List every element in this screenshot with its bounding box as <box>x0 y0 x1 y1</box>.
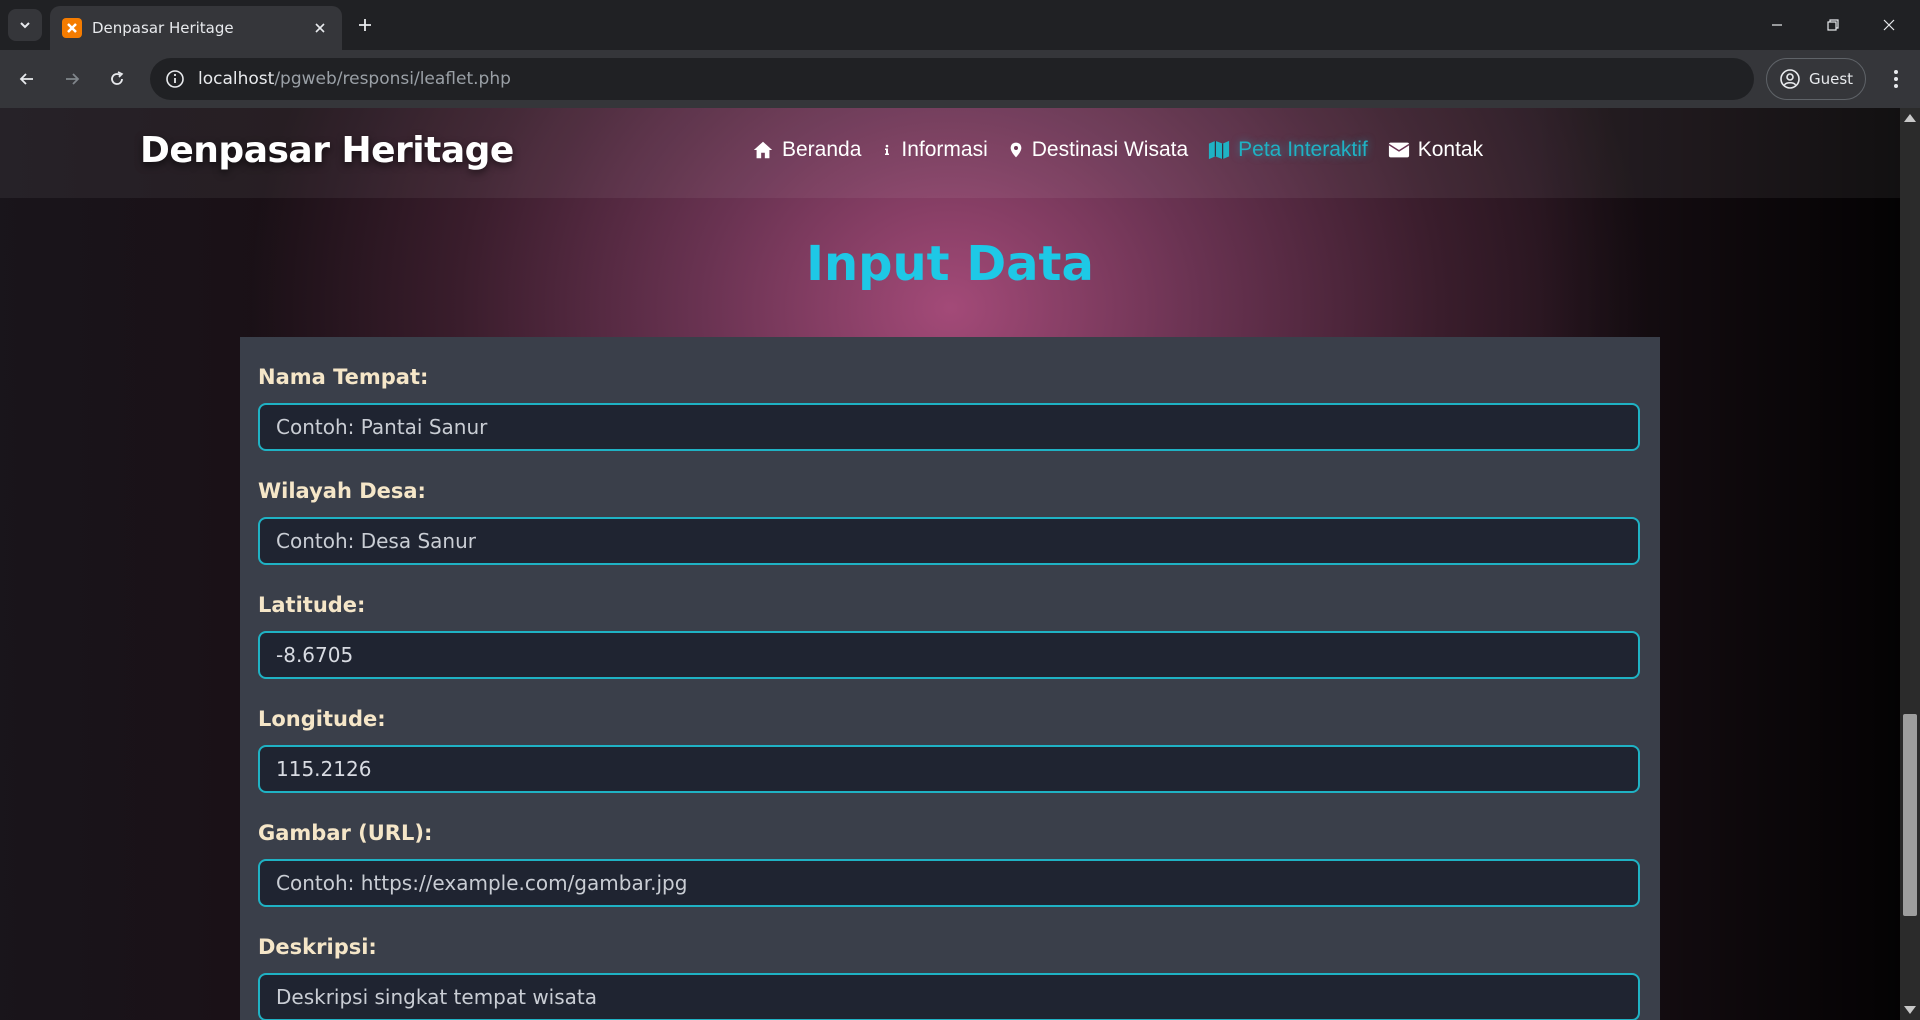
field-label: Latitude: <box>258 593 366 617</box>
scroll-down-arrow-icon[interactable] <box>1904 1006 1916 1014</box>
nav-label: Informasi <box>901 138 988 161</box>
site-brand[interactable]: Denpasar Heritage <box>140 130 514 171</box>
plus-icon <box>359 19 371 31</box>
nav-label: Destinasi Wisata <box>1031 138 1189 161</box>
close-icon <box>1883 19 1895 31</box>
longitude-input[interactable] <box>258 745 1640 793</box>
scroll-up-arrow-icon[interactable] <box>1904 114 1916 122</box>
nama-tempat-input[interactable] <box>258 403 1640 451</box>
page-title: Input Data <box>806 236 1094 292</box>
deskripsi-input[interactable] <box>258 973 1640 1020</box>
nav-label: Peta Interaktif <box>1238 138 1368 161</box>
xampp-favicon-icon <box>62 18 82 38</box>
browser-toolbar: localhost/pgweb/responsi/leaflet.php Gue… <box>0 50 1920 108</box>
field-label: Deskripsi: <box>258 935 377 959</box>
site-info-icon[interactable] <box>164 68 186 90</box>
reload-icon <box>111 71 124 85</box>
back-button[interactable] <box>11 63 43 95</box>
field-label: Longitude: <box>258 707 386 731</box>
form-group-wilayah-desa: Wilayah Desa: <box>258 473 1642 587</box>
tab-close-icon[interactable] <box>310 18 330 38</box>
browser-menu-button[interactable] <box>1880 63 1912 95</box>
field-label: Wilayah Desa: <box>258 479 426 503</box>
home-icon <box>753 141 773 159</box>
page-scrollbar[interactable] <box>1900 108 1920 1020</box>
tab-search-button[interactable] <box>8 9 42 41</box>
nav-item-peta-interaktif[interactable]: Peta Interaktif <box>1208 138 1368 162</box>
latitude-input[interactable] <box>258 631 1640 679</box>
gambar-url-input[interactable] <box>258 859 1640 907</box>
input-data-form: Nama Tempat: Wilayah Desa: Latitude: Lon… <box>240 337 1660 1020</box>
page-viewport: Denpasar Heritage Beranda Informasi Dest… <box>0 108 1920 1020</box>
tab-strip: Denpasar Heritage <box>0 0 1920 50</box>
nav-item-kontak[interactable]: Kontak <box>1388 138 1483 162</box>
restore-icon <box>1827 19 1839 31</box>
minimize-icon <box>1772 24 1782 26</box>
arrow-right-icon <box>66 73 80 85</box>
nav-label: Kontak <box>1417 138 1484 161</box>
arrow-left-icon <box>19 73 33 85</box>
nav-item-beranda[interactable]: Beranda <box>752 138 861 162</box>
form-group-latitude: Latitude: <box>258 587 1642 701</box>
form-group-longitude: Longitude: <box>258 701 1642 815</box>
profile-button[interactable]: Guest <box>1766 58 1866 100</box>
browser-tab[interactable]: Denpasar Heritage <box>50 6 342 50</box>
more-vert-icon <box>1894 70 1898 88</box>
minimize-button[interactable] <box>1762 10 1792 40</box>
reload-button[interactable] <box>101 63 133 95</box>
form-group-gambar-url: Gambar (URL): <box>258 815 1642 929</box>
field-label: Gambar (URL): <box>258 821 433 845</box>
address-bar[interactable]: localhost/pgweb/responsi/leaflet.php <box>150 58 1754 100</box>
nav-item-informasi[interactable]: Informasi <box>881 138 988 162</box>
forward-button[interactable] <box>56 63 88 95</box>
new-tab-button[interactable] <box>352 12 378 38</box>
info-icon <box>885 144 890 155</box>
map-marker-icon <box>1010 142 1022 158</box>
url-text: localhost/pgweb/responsi/leaflet.php <box>198 69 511 89</box>
envelope-icon <box>1388 142 1410 158</box>
site-navbar: Denpasar Heritage Beranda Informasi Dest… <box>0 108 1900 198</box>
form-group-nama-tempat: Nama Tempat: <box>258 359 1642 473</box>
site-menu: Beranda Informasi Destinasi Wisata Peta … <box>752 138 1483 162</box>
map-icon <box>1209 140 1230 160</box>
nav-label: Beranda <box>782 138 862 161</box>
restore-button[interactable] <box>1818 10 1848 40</box>
chevron-down-icon <box>20 22 30 29</box>
profile-label: Guest <box>1809 70 1854 88</box>
field-label: Nama Tempat: <box>258 365 429 389</box>
form-group-deskripsi: Deskripsi: <box>258 929 1642 1020</box>
scroll-thumb[interactable] <box>1903 714 1917 916</box>
close-window-button[interactable] <box>1874 10 1904 40</box>
tab-title: Denpasar Heritage <box>92 19 234 37</box>
wilayah-desa-input[interactable] <box>258 517 1640 565</box>
nav-item-destinasi-wisata[interactable]: Destinasi Wisata <box>1008 138 1188 162</box>
account-circle-icon <box>1780 69 1800 89</box>
